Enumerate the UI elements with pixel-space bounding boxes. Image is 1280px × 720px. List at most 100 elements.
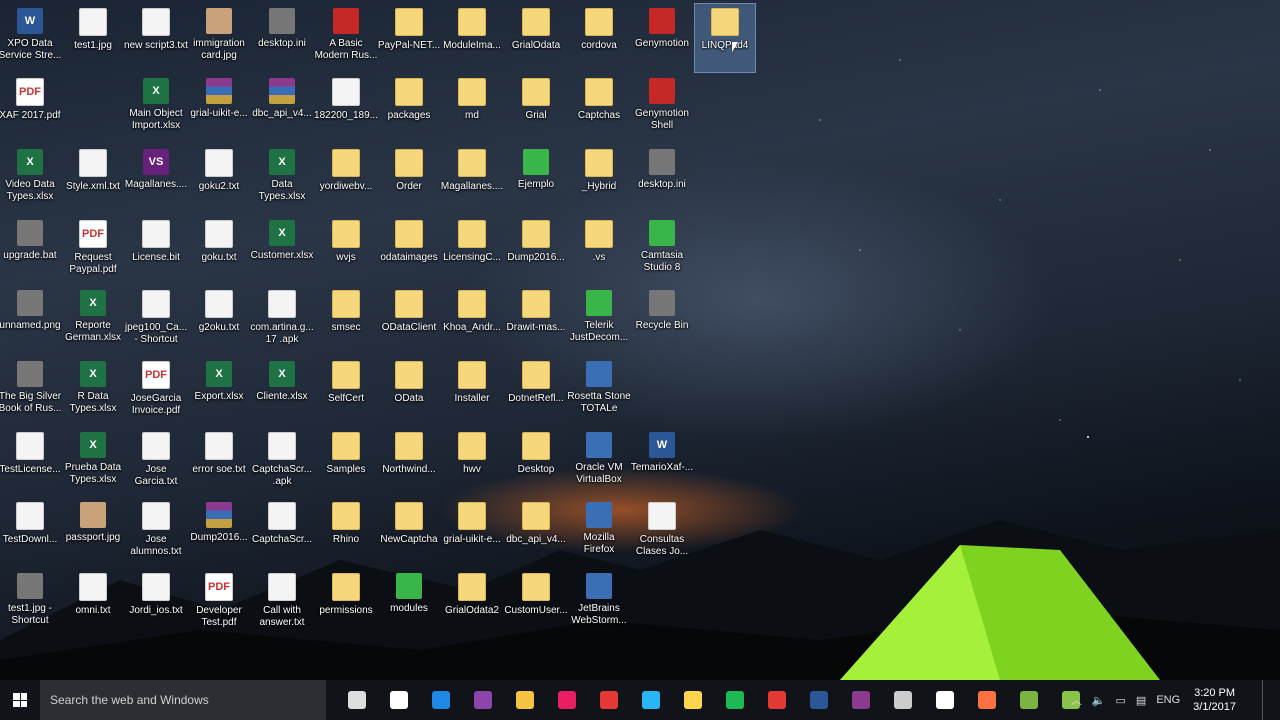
desktop-icon[interactable]: Recycle Bin bbox=[632, 286, 692, 354]
desktop-icon[interactable]: modules bbox=[379, 569, 439, 637]
desktop-icon[interactable]: test1.jpg bbox=[63, 4, 123, 72]
desktop-icon[interactable]: ODataClient bbox=[379, 286, 439, 354]
desktop-icon[interactable]: OData bbox=[379, 357, 439, 425]
desktop-icon[interactable]: X Prueba Data Types.xlsx bbox=[63, 428, 123, 496]
taskbar-chrome-button[interactable] bbox=[588, 680, 630, 720]
desktop-icon[interactable]: Call with answer.txt bbox=[252, 569, 312, 637]
desktop-icon[interactable]: VS Magallanes.... bbox=[125, 145, 187, 213]
desktop-icon[interactable]: X Cliente.xlsx bbox=[252, 357, 312, 425]
desktop-icon[interactable]: PDF XAF 2017.pdf bbox=[0, 74, 61, 142]
desktop-icon[interactable]: smsec bbox=[316, 286, 376, 354]
notification-message-icon[interactable]: ▤ bbox=[1131, 694, 1151, 707]
desktop-icon[interactable]: .vs bbox=[569, 216, 629, 284]
desktop-icon[interactable]: The Big Silver Book of Rus... bbox=[0, 357, 61, 425]
desktop-icon[interactable]: Telerik JustDecom... bbox=[569, 286, 629, 354]
desktop-icon[interactable]: Genymotion bbox=[632, 4, 692, 72]
desktop-icon[interactable]: CaptchaScr... bbox=[252, 498, 312, 566]
taskbar-edge-button[interactable] bbox=[420, 680, 462, 720]
taskbar-file-explorer-button[interactable] bbox=[504, 680, 546, 720]
taskbar-task-view-button[interactable] bbox=[336, 680, 378, 720]
desktop-icon[interactable]: Desktop bbox=[506, 428, 566, 496]
desktop-icon[interactable]: yordiwebv... bbox=[316, 145, 376, 213]
desktop-icon[interactable]: Jose alumnos.txt bbox=[126, 498, 186, 566]
desktop-icon[interactable]: Captchas bbox=[569, 74, 629, 142]
desktop-icon[interactable]: X Reporte German.xlsx bbox=[63, 286, 123, 354]
desktop-icon[interactable]: JetBrains WebStorm... bbox=[569, 569, 629, 637]
desktop-icon[interactable]: jpeg100_Ca... - Shortcut bbox=[125, 286, 187, 354]
taskbar-opera-button[interactable] bbox=[756, 680, 798, 720]
start-button[interactable] bbox=[0, 680, 40, 720]
taskbar-firefox-button[interactable] bbox=[966, 680, 1008, 720]
desktop-icon[interactable]: X Customer.xlsx bbox=[251, 216, 313, 284]
desktop-icon[interactable]: com.artina.g... 17 .apk bbox=[250, 286, 314, 354]
taskbar-settings-gear-button[interactable] bbox=[924, 680, 966, 720]
desktop-icon[interactable]: cordova bbox=[569, 4, 629, 72]
desktop-icon[interactable]: odataimages bbox=[379, 216, 439, 284]
desktop-icon[interactable]: GrialOdata2 bbox=[442, 569, 502, 637]
taskbar-visual-studio-button[interactable] bbox=[462, 680, 504, 720]
taskbar-winrar-button[interactable] bbox=[840, 680, 882, 720]
desktop-icon[interactable]: Style.xml.txt bbox=[63, 145, 123, 213]
desktop-icon[interactable]: new script3.txt bbox=[124, 4, 188, 72]
desktop-icon[interactable]: packages bbox=[379, 74, 439, 142]
desktop-icon[interactable]: SelfCert bbox=[316, 357, 376, 425]
taskbar-genymotion-button[interactable] bbox=[546, 680, 588, 720]
desktop-icon[interactable]: W TemarioXaf-... bbox=[631, 428, 693, 496]
language-indicator[interactable]: ENG bbox=[1151, 694, 1185, 706]
desktop-icon[interactable]: immigration card.jpg bbox=[189, 4, 249, 72]
desktop-icon[interactable]: X Data Types.xlsx bbox=[252, 145, 312, 213]
battery-icon[interactable]: ▭ bbox=[1111, 694, 1131, 707]
desktop-icon[interactable]: License.bit bbox=[126, 216, 186, 284]
desktop-icon[interactable]: error soe.txt bbox=[189, 428, 249, 496]
desktop-icon[interactable]: Genymotion Shell bbox=[632, 74, 692, 142]
desktop-icon[interactable]: X Main Object Import.xlsx bbox=[126, 74, 186, 142]
desktop-icon[interactable]: goku2.txt bbox=[189, 145, 249, 213]
desktop-icon[interactable]: omni.txt bbox=[63, 569, 123, 637]
desktop-icon[interactable]: Oracle VM VirtualBox bbox=[569, 428, 629, 496]
desktop-icon[interactable]: Khoa_Andr... bbox=[442, 286, 502, 354]
desktop-icon[interactable]: Installer bbox=[442, 357, 502, 425]
taskbar-spotify-button[interactable] bbox=[714, 680, 756, 720]
desktop-icon[interactable]: _Hybrid bbox=[569, 145, 629, 213]
desktop-icon[interactable]: goku.txt bbox=[189, 216, 249, 284]
desktop-icon[interactable]: Camtasia Studio 8 bbox=[632, 216, 692, 284]
taskbar-skype-button[interactable] bbox=[630, 680, 672, 720]
desktop-icon[interactable]: desktop.ini bbox=[252, 4, 312, 72]
desktop-icon[interactable]: Jordi_ios.txt bbox=[126, 569, 186, 637]
desktop-icon[interactable]: test1.jpg - Shortcut bbox=[0, 569, 60, 637]
desktop-icon[interactable]: Grial bbox=[506, 74, 566, 142]
desktop-icon[interactable]: Rhino bbox=[316, 498, 376, 566]
desktop-icon[interactable]: desktop.ini bbox=[632, 145, 692, 213]
desktop-icon[interactable]: Magallanes.... bbox=[441, 145, 503, 213]
taskbar-folder-button[interactable] bbox=[672, 680, 714, 720]
taskbar-camtasia-button[interactable] bbox=[1008, 680, 1050, 720]
desktop-icon[interactable]: wvjs bbox=[316, 216, 376, 284]
desktop-icon[interactable]: g2oku.txt bbox=[189, 286, 249, 354]
desktop[interactable]: W XPO Data Service Stre... test1.jpg new sc… bbox=[0, 0, 1280, 680]
desktop-icon[interactable]: grial-uikit-e... bbox=[442, 498, 502, 566]
desktop-icon[interactable]: Ejemplo bbox=[506, 145, 566, 213]
desktop-icon[interactable]: NewCaptcha bbox=[379, 498, 439, 566]
desktop-icon[interactable]: Samples bbox=[316, 428, 376, 496]
volume-icon[interactable]: 🔈 bbox=[1087, 694, 1111, 707]
taskbar-window-button[interactable] bbox=[882, 680, 924, 720]
desktop-icon[interactable]: passport.jpg bbox=[63, 498, 123, 566]
desktop-icon[interactable]: grial-uikit-e... bbox=[189, 74, 249, 142]
desktop-icon[interactable]: X Export.xlsx bbox=[189, 357, 249, 425]
taskbar-word-button[interactable] bbox=[798, 680, 840, 720]
desktop-icon[interactable]: LINQPad4 bbox=[694, 3, 756, 73]
desktop-icon[interactable]: ModuleIma... bbox=[442, 4, 502, 72]
desktop-icon[interactable]: X R Data Types.xlsx bbox=[63, 357, 123, 425]
desktop-icon[interactable]: unnamed.png bbox=[0, 286, 61, 354]
chevron-up-icon[interactable]: ︿ bbox=[1066, 692, 1087, 708]
desktop-icon[interactable]: dbc_api_v4... bbox=[506, 498, 566, 566]
clock[interactable]: 3:20 PM 3/1/2017 bbox=[1185, 686, 1244, 714]
desktop-icon[interactable]: W XPO Data Service Stre... bbox=[0, 4, 61, 72]
desktop-icon[interactable]: Drawit-mas... bbox=[506, 286, 566, 354]
desktop-icon[interactable]: TestLicense... bbox=[0, 428, 61, 496]
desktop-icon[interactable]: CaptchaScr... .apk bbox=[252, 428, 312, 496]
desktop-icon[interactable]: 182200_189... bbox=[314, 74, 378, 142]
desktop-icon[interactable]: Mozilla Firefox bbox=[569, 498, 629, 566]
desktop-icon[interactable]: TestDownl... bbox=[0, 498, 60, 566]
desktop-icon[interactable]: DotnetRefl... bbox=[506, 357, 566, 425]
